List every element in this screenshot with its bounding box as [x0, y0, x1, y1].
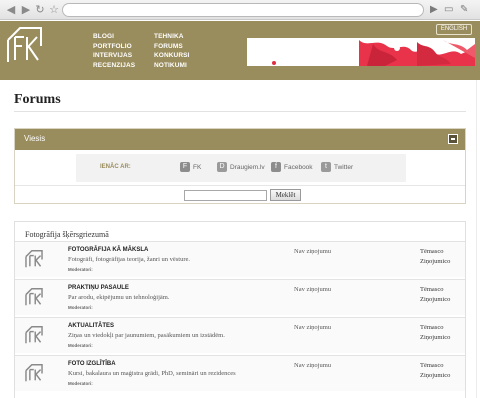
reload-icon[interactable]: ↻	[33, 3, 47, 17]
login-facebook-link[interactable]: f Facebook	[271, 162, 313, 172]
forum-title[interactable]: PRAKTIŅU PASAULE	[68, 285, 129, 291]
social-login-bar: IENĀC AR: F FK D Draugiem.lv f Facebook …	[76, 154, 406, 182]
login-draugiem-link[interactable]: D Draugiem.lv	[217, 162, 265, 172]
forum-moderators: Moderatori:	[68, 381, 93, 386]
forum-last-post: Nav ziņojumu	[294, 362, 332, 369]
forum-posts-count: Ziņojumico	[420, 372, 451, 379]
forum-category-title[interactable]: Fotogrāfija šķērsgriezumā	[25, 230, 109, 239]
forum-row[interactable]: PRAKTIŅU PASAULE Par arodu, ekipējumu un…	[15, 279, 465, 315]
back-icon[interactable]: ◀	[4, 3, 18, 17]
forum-title[interactable]: AKTUALITĀTES	[68, 323, 114, 329]
fk-icon: F	[180, 162, 190, 172]
wrench-icon[interactable]: ✎	[460, 3, 468, 17]
fk-logo-icon[interactable]	[6, 26, 43, 64]
language-button[interactable]: ENGLISH	[436, 24, 472, 35]
menu-item-tehnika[interactable]: TEHNIKA	[154, 32, 189, 42]
menu-item-portfolio[interactable]: PORTFOLIO	[93, 42, 135, 52]
address-bar[interactable]	[62, 3, 424, 17]
menu-item-notikumi[interactable]: NOTIKUMI	[154, 61, 189, 71]
facebook-icon: f	[271, 162, 281, 172]
search-button[interactable]: Meklēt	[270, 189, 301, 201]
browser-toolbar: ◀ ▶ ↻ ☆ ▶ ▭ ✎	[0, 0, 480, 20]
login-fk-label: FK	[193, 163, 202, 171]
collapse-icon[interactable]	[448, 134, 458, 144]
main-menu-left: BLOGI PORTFOLIO INTERVIJAS RECENZIJAS	[93, 32, 135, 70]
forum-moderators: Moderatori:	[68, 267, 93, 272]
forum-row[interactable]: FOTO IZGLĪTĪBA Kursi, bakalaura un maģis…	[15, 355, 465, 391]
login-fk-link[interactable]: F FK	[180, 162, 201, 172]
forum-last-post: Nav ziņojumu	[294, 324, 332, 331]
page-menu-icon[interactable]: ▭	[444, 3, 453, 17]
login-label: IENĀC AR:	[100, 164, 131, 170]
site-header: BLOGI PORTFOLIO INTERVIJAS RECENZIJAS TE…	[0, 21, 480, 80]
menu-item-intervijas[interactable]: INTERVIJAS	[93, 51, 135, 61]
menu-item-blogi[interactable]: BLOGI	[93, 32, 135, 42]
forum-category-box: Fotogrāfija šķērsgriezumā FOTOGRĀFIJA KĀ…	[14, 221, 466, 398]
forum-last-post: Nav ziņojumu	[294, 286, 332, 293]
forum-row[interactable]: FOTOGRĀFIJA KĀ MĀKSLA Fotogrāfi, fotogrā…	[15, 241, 465, 277]
login-facebook-label: Facebook	[284, 163, 313, 171]
play-icon[interactable]: ▶	[430, 3, 438, 17]
draugiem-icon: D	[217, 162, 227, 172]
forum-fk-icon	[25, 250, 43, 268]
page-title: Forums	[14, 92, 61, 107]
login-twitter-link[interactable]: t Twitter	[321, 162, 353, 172]
forum-row[interactable]: AKTUALITĀTES Ziņas un viedokļi par jaunu…	[15, 317, 465, 353]
forum-posts-count: Ziņojumico	[420, 334, 451, 341]
page-edge-divider	[476, 80, 477, 398]
forum-last-post: Nav ziņojumu	[294, 248, 332, 255]
menu-item-recenzijas[interactable]: RECENZIJAS	[93, 61, 135, 71]
search-input[interactable]	[184, 190, 267, 201]
forum-fk-icon	[25, 288, 43, 306]
title-divider	[14, 111, 466, 112]
forum-topics-count: Tēmasco	[420, 362, 444, 369]
menu-item-konkursi[interactable]: KONKURSI	[154, 51, 189, 61]
forum-description: Par arodu, ekipējumu un tehnoloģijām.	[68, 294, 170, 301]
forum-posts-count: Ziņojumico	[420, 258, 451, 265]
forum-moderators: Moderatori:	[68, 305, 93, 310]
forum-topics-count: Tēmasco	[420, 324, 444, 331]
guest-panel-title: Viesis	[24, 134, 46, 143]
guest-panel: Viesis IENĀC AR: F FK D Draugiem.lv f Fa…	[14, 128, 466, 204]
forum-topics-count: Tēmasco	[420, 286, 444, 293]
forum-fk-icon	[25, 326, 43, 344]
forum-topics-count: Tēmasco	[420, 248, 444, 255]
search-divider	[15, 185, 465, 186]
forum-description: Fotogrāfi, fotogrāfijas teorija, žanri u…	[68, 256, 191, 263]
forum-description: Kursi, bakalaura un maģistra grādi, PhD,…	[68, 370, 236, 377]
main-menu-right: TEHNIKA FORUMS KONKURSI NOTIKUMI	[154, 32, 189, 70]
twitter-icon: t	[321, 162, 331, 172]
forum-title[interactable]: FOTOGRĀFIJA KĀ MĀKSLA	[68, 247, 148, 253]
forum-description: Ziņas un viedokļi par jaunumiem, pasākum…	[68, 332, 225, 339]
login-draugiem-label: Draugiem.lv	[230, 163, 265, 171]
forum-moderators: Moderatori:	[68, 343, 93, 348]
menu-item-forums[interactable]: FORUMS	[154, 42, 189, 52]
login-twitter-label: Twitter	[334, 163, 354, 171]
forum-fk-icon	[25, 364, 43, 382]
forum-posts-count: Ziņojumico	[420, 296, 451, 303]
forum-title[interactable]: FOTO IZGLĪTĪBA	[68, 361, 116, 367]
forward-icon[interactable]: ▶	[19, 3, 33, 17]
header-banner-image[interactable]	[247, 38, 475, 66]
star-icon[interactable]: ☆	[47, 3, 61, 17]
guest-panel-header: Viesis	[15, 129, 465, 150]
